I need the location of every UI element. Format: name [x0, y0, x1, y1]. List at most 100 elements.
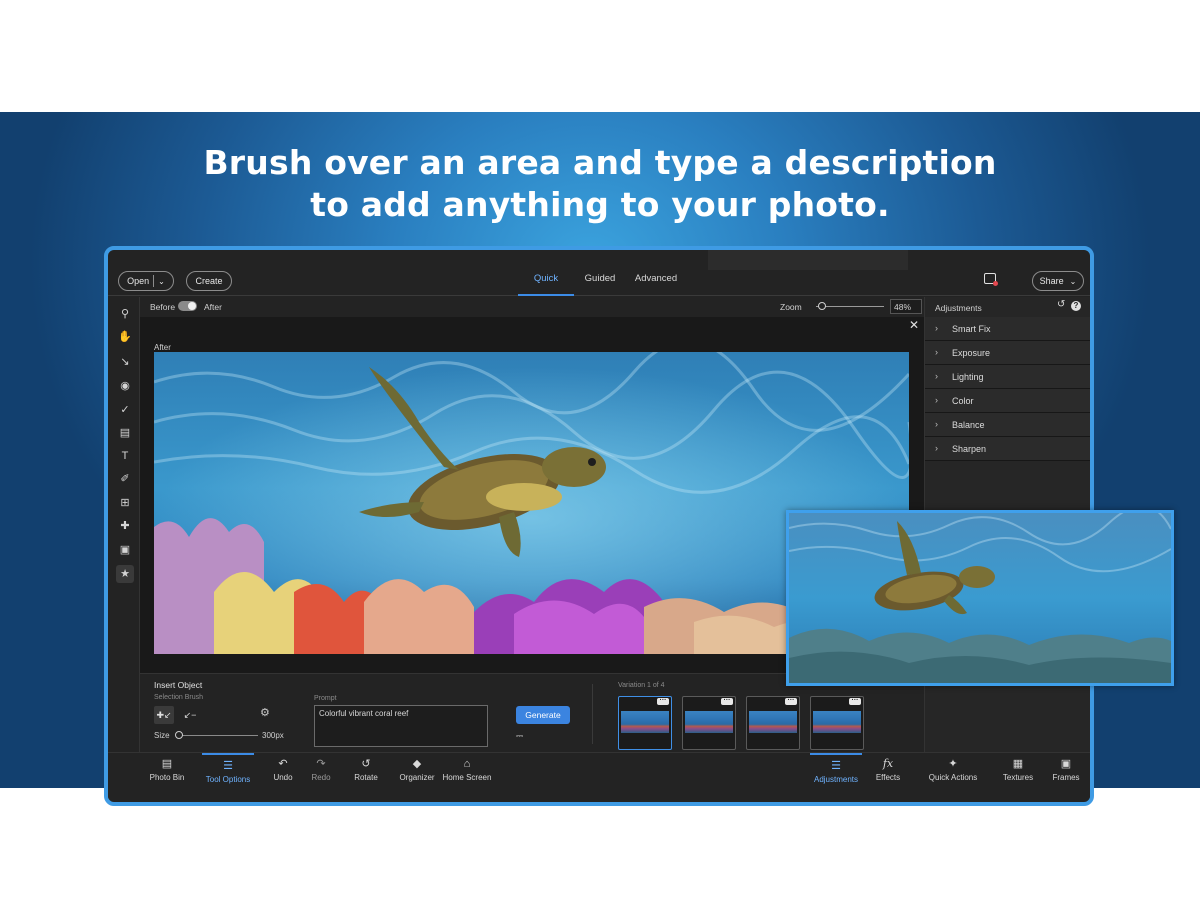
zoom-slider-handle[interactable] [818, 302, 826, 310]
gear-icon[interactable]: ⚙ [260, 706, 274, 720]
tab-quick[interactable]: Quick [518, 262, 574, 296]
adjustment-color[interactable]: › Color [925, 389, 1090, 413]
variation-preview [685, 711, 733, 733]
rotate-icon: ↺ [361, 758, 371, 770]
effects-icon: fx [882, 757, 894, 770]
reset-icon[interactable]: ↺ [1057, 299, 1065, 310]
insert-image-tool-icon[interactable]: ▣ [116, 541, 134, 559]
home-icon: ⌂ [463, 758, 471, 770]
more-icon[interactable]: ··· [849, 697, 861, 705]
tools-panel: ⚲ ✋ ↘ ◉ ✓ ▤ T ✐ ⊞ ✚ ▣ ★ [108, 297, 140, 752]
home-screen-label: Home Screen [442, 773, 492, 782]
frames-icon: ▣ [1060, 758, 1072, 770]
adjustment-smart-fix[interactable]: › Smart Fix [925, 317, 1090, 341]
adjustment-lighting[interactable]: › Lighting [925, 365, 1090, 389]
more-icon[interactable]: ··· [721, 697, 733, 705]
adjustments-icon: ☰ [831, 760, 841, 772]
share-feedback-icon[interactable] [984, 273, 998, 286]
brush-subtract-icon[interactable]: ↙− [180, 706, 200, 724]
help-icon[interactable]: ? [1071, 301, 1081, 311]
insert-object-title: Insert Object [154, 680, 203, 690]
quick-actions-label: Quick Actions [928, 773, 978, 782]
generative-credits-icon[interactable]: ⎓ [516, 731, 523, 742]
whiten-teeth-tool-icon[interactable]: ✓ [116, 401, 134, 419]
textures-label: Textures [1002, 773, 1034, 782]
tool-options-button[interactable]: ☰ Tool Options [202, 753, 254, 789]
hand-tool-icon[interactable]: ✋ [116, 328, 134, 346]
brush-add-icon[interactable]: ✚↙ [154, 706, 174, 724]
chevron-down-icon[interactable]: ⌄ [158, 277, 165, 286]
spot-healing-tool-icon[interactable]: ✐ [116, 470, 134, 488]
redo-button[interactable]: ↷ Redo [304, 753, 338, 789]
size-slider[interactable] [176, 735, 258, 736]
organizer-button[interactable]: ◆ Organizer [394, 753, 440, 789]
frames-button[interactable]: ▣ Frames [1046, 753, 1086, 789]
top-bar: Open ⌄ Create Quick Guided Advanced Shar… [108, 262, 1090, 296]
adjustment-sharpen[interactable]: › Sharpen [925, 437, 1090, 461]
before-label: Before [150, 302, 176, 312]
adjustments-button[interactable]: ☰ Adjustments [810, 753, 862, 789]
adjustment-label: Color [952, 396, 974, 406]
undo-icon: ↶ [278, 758, 288, 770]
generate-button[interactable]: Generate [516, 706, 570, 724]
chevron-right-icon: › [935, 347, 938, 357]
red-eye-tool-icon[interactable]: ◉ [116, 377, 134, 395]
variation-thumbnail[interactable]: ··· [682, 696, 736, 750]
tool-options-label: Tool Options [205, 775, 251, 784]
chevron-right-icon: › [935, 323, 938, 333]
turtle-original-photo [789, 513, 1171, 683]
crop-tool-icon[interactable]: ⊞ [116, 494, 134, 512]
redo-icon: ↷ [316, 758, 326, 770]
photo-bin-icon: ▤ [161, 758, 173, 770]
size-slider-handle[interactable] [175, 731, 183, 739]
zoom-slider[interactable] [816, 306, 884, 307]
organizer-icon: ◆ [412, 758, 422, 770]
straighten-tool-icon[interactable]: ▤ [116, 424, 134, 442]
variation-thumbnail[interactable]: ··· [810, 696, 864, 750]
close-icon[interactable]: ✕ [908, 319, 920, 331]
variation-thumbnail[interactable]: ··· [618, 696, 672, 750]
create-button[interactable]: Create [186, 271, 232, 291]
effects-button[interactable]: fx Effects [868, 753, 908, 789]
chevron-right-icon: › [935, 443, 938, 453]
move-tool-icon[interactable]: ✚ [116, 517, 134, 535]
photo-bin-button[interactable]: ▤ Photo Bin [144, 753, 190, 789]
quick-actions-icon: ✦ [948, 758, 958, 770]
adjustments-panel-title: Adjustments [935, 303, 982, 313]
chevron-right-icon: › [935, 395, 938, 405]
quick-actions-button[interactable]: ✦ Quick Actions [922, 753, 984, 789]
tab-guided[interactable]: Guided [578, 262, 622, 296]
variation-label: Variation 1 of 4 [618, 682, 665, 689]
zoom-value-field[interactable]: 48% [890, 299, 922, 314]
textures-button[interactable]: ▦ Textures [998, 753, 1038, 789]
zoom-tool-icon[interactable]: ⚲ [116, 305, 134, 323]
selection-brush-label: Selection Brush [154, 694, 204, 701]
adjustment-exposure[interactable]: › Exposure [925, 341, 1090, 365]
adjustment-label: Lighting [952, 372, 984, 382]
tab-advanced[interactable]: Advanced [628, 262, 684, 296]
insert-object-tool-icon[interactable]: ★ [116, 565, 134, 583]
more-icon[interactable]: ··· [785, 697, 797, 705]
rotate-button[interactable]: ↺ Rotate [344, 753, 388, 789]
more-icon[interactable]: ··· [657, 697, 669, 705]
adjustments-label: Adjustments [813, 775, 859, 784]
effects-label: Effects [875, 773, 901, 782]
text-tool-icon[interactable]: T [116, 447, 134, 465]
undo-button[interactable]: ↶ Undo [266, 753, 300, 789]
prompt-input[interactable]: Colorful vibrant coral reef [314, 705, 488, 747]
before-after-toggle[interactable] [178, 301, 197, 311]
prompt-label: Prompt [314, 695, 337, 702]
textures-icon: ▦ [1012, 758, 1024, 770]
after-label: After [204, 302, 222, 312]
rotate-label: Rotate [354, 773, 378, 782]
adjustment-balance[interactable]: › Balance [925, 413, 1090, 437]
variation-thumbnail[interactable]: ··· [746, 696, 800, 750]
home-screen-button[interactable]: ⌂ Home Screen [442, 753, 492, 789]
quick-selection-tool-icon[interactable]: ↘ [116, 353, 134, 371]
open-separator [153, 275, 155, 287]
bottom-bar: ▤ Photo Bin ☰ Tool Options ↶ Undo ↷ Redo… [108, 752, 1090, 798]
photo-bin-label: Photo Bin [149, 773, 185, 782]
share-button[interactable]: Share ⌄ [1032, 271, 1084, 291]
open-button[interactable]: Open ⌄ [118, 271, 174, 291]
view-options-bar: Before After Zoom 48% [140, 297, 924, 317]
